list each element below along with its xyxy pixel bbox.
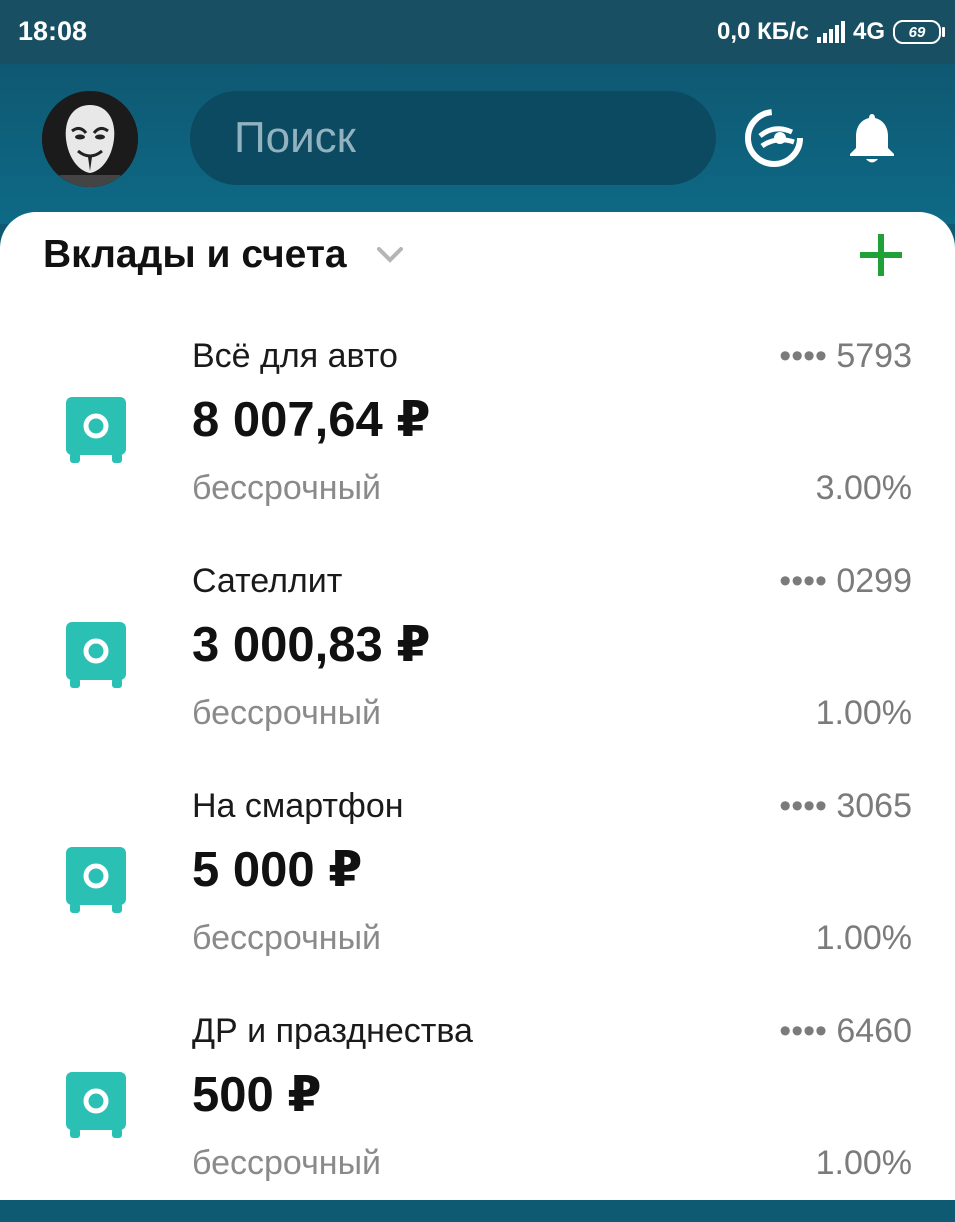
account-row[interactable]: Сателлит •••• 0299 3 000,83 ₽ бессрочный… [0, 562, 955, 772]
safe-icon [66, 397, 126, 463]
section-header[interactable]: Вклады и счета [43, 230, 405, 280]
plus-icon [860, 234, 902, 276]
account-term: бессрочный [192, 694, 381, 732]
account-name: На смартфон [192, 787, 404, 825]
network-speed: 0,0 КБ/с [717, 18, 809, 45]
account-rate: 1.00% [815, 1144, 912, 1182]
app-header: Поиск [0, 64, 955, 224]
bank-logo-icon[interactable] [744, 108, 804, 168]
account-rate: 1.00% [815, 694, 912, 732]
account-number: •••• 0299 [779, 562, 912, 600]
account-term: бессрочный [192, 469, 381, 507]
battery-level: 69 [908, 23, 926, 41]
accounts-card: Вклады и счета Всё для авто •••• 5793 8 … [0, 212, 955, 1200]
signal-icon [816, 21, 845, 43]
account-number: •••• 6460 [779, 1012, 912, 1050]
safe-icon [66, 1072, 126, 1138]
account-name: Сателлит [192, 562, 343, 600]
account-row[interactable]: Всё для авто •••• 5793 8 007,64 ₽ бессро… [0, 337, 955, 547]
section-title: Вклады и счета [43, 233, 347, 276]
account-rate: 3.00% [815, 469, 912, 507]
bell-icon[interactable] [842, 108, 902, 168]
status-indicators: 0,0 КБ/с 4G 69 [717, 16, 945, 48]
avatar[interactable] [42, 91, 138, 187]
account-name: ДР и празднества [192, 1012, 473, 1050]
account-balance: 3 000,83 ₽ [192, 618, 431, 672]
account-number: •••• 5793 [779, 337, 912, 375]
account-name: Всё для авто [192, 337, 398, 375]
search-input[interactable]: Поиск [190, 91, 716, 185]
account-balance: 5 000 ₽ [192, 843, 363, 897]
account-term: бессрочный [192, 1144, 381, 1182]
add-button[interactable] [858, 232, 904, 278]
status-bar: 18:08 0,0 КБ/с 4G 69 [0, 0, 955, 64]
account-row[interactable]: На смартфон •••• 3065 5 000 ₽ бессрочный… [0, 787, 955, 997]
status-time: 18:08 [18, 16, 88, 46]
account-balance: 8 007,64 ₽ [192, 393, 431, 447]
safe-icon [66, 622, 126, 688]
account-row[interactable]: ДР и празднества •••• 6460 500 ₽ бессроч… [0, 1012, 955, 1222]
search-placeholder: Поиск [234, 113, 356, 162]
battery-icon: 69 [893, 20, 945, 44]
safe-icon [66, 847, 126, 913]
account-rate: 1.00% [815, 919, 912, 957]
account-term: бессрочный [192, 919, 381, 957]
network-type: 4G [852, 18, 885, 45]
chevron-down-icon [376, 247, 403, 263]
account-balance: 500 ₽ [192, 1068, 322, 1122]
account-number: •••• 3065 [779, 787, 912, 825]
mask-avatar-icon [42, 91, 138, 187]
